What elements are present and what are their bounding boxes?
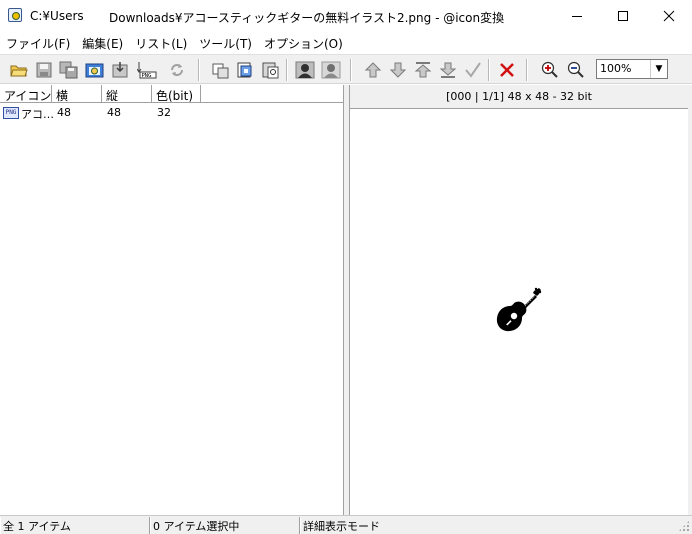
chevron-down-icon[interactable]: ▼ — [650, 60, 667, 78]
menu-edit[interactable]: 編集(E) — [76, 32, 129, 52]
status-bar: 全 1 アイテム 0 アイテム選択中 詳細表示モード — [0, 515, 692, 534]
menu-tools[interactable]: ツール(T) — [193, 32, 258, 52]
check-button[interactable] — [462, 59, 484, 81]
capture-icon — [85, 63, 104, 78]
capture-button[interactable] — [84, 59, 106, 81]
svg-text:PNG: PNG — [142, 73, 152, 79]
acoustic-guitar-icon — [496, 287, 542, 332]
toolbar-separator — [350, 59, 352, 81]
menu-bar: ファイル(F) 編集(E) リスト(L) ツール(T) オプション(O) — [0, 32, 692, 52]
toolbar-separator — [286, 59, 288, 81]
table-row[interactable]: PNG アコ… 48 48 32 — [0, 105, 343, 121]
zoom-out-icon — [567, 61, 584, 78]
person-dark-button[interactable] — [294, 59, 316, 81]
png-file-icon: PNG — [3, 107, 19, 119]
status-total: 全 1 アイテム — [0, 517, 150, 534]
zoom-out-button[interactable] — [565, 59, 587, 81]
menu-file[interactable]: ファイル(F) — [0, 32, 76, 52]
person-light-icon — [321, 61, 341, 79]
window-path: C:¥Users — [30, 9, 84, 23]
copy-special-button[interactable] — [234, 59, 256, 81]
zoom-in-button[interactable] — [539, 59, 561, 81]
refresh-button[interactable] — [166, 59, 188, 81]
toolbar: PNG 100% ▼ — [0, 54, 692, 84]
save-all-icon — [59, 61, 78, 79]
column-header-height[interactable]: 縦 — [102, 85, 152, 103]
row-name: アコ… — [21, 108, 54, 121]
open-button[interactable] — [8, 59, 30, 81]
open-folder-icon — [10, 65, 28, 77]
save-all-button[interactable] — [58, 59, 80, 81]
preview-pane: [000 | 1/1] 48 x 48 - 32 bit — [350, 85, 688, 515]
maximize-button[interactable] — [600, 0, 646, 32]
refresh-icon — [171, 64, 183, 76]
row-width: 48 — [57, 106, 71, 119]
zoom-select[interactable]: 100% ▼ — [596, 59, 668, 79]
move-down-icon — [389, 62, 407, 78]
person-light-button[interactable] — [320, 59, 342, 81]
copy-special-icon — [237, 62, 252, 78]
icon-list-pane[interactable]: アイコン… 横 縦 色(bit) PNG アコ… 48 48 32 — [0, 85, 344, 515]
delete-icon — [500, 63, 514, 77]
close-button[interactable] — [646, 0, 692, 32]
column-header-icon[interactable]: アイコン… — [0, 85, 52, 103]
move-down-button[interactable] — [387, 59, 409, 81]
maximize-icon — [618, 11, 628, 21]
title-bar: C:¥Users Downloads¥アコースティックギターの無料イラスト2.p… — [0, 0, 692, 32]
menu-options[interactable]: オプション(O) — [258, 32, 349, 52]
zoom-in-icon — [541, 61, 558, 78]
row-height: 48 — [107, 106, 121, 119]
row-bits: 32 — [157, 106, 171, 119]
move-bottom-icon — [439, 62, 457, 78]
toolbar-separator — [526, 59, 528, 81]
save-button[interactable] — [33, 59, 55, 81]
png-button[interactable]: PNG — [136, 59, 158, 81]
preview-info: [000 | 1/1] 48 x 48 - 32 bit — [350, 85, 688, 109]
paste-button[interactable] — [260, 59, 282, 81]
toolbar-separator — [488, 59, 490, 81]
app-icon — [8, 8, 22, 22]
close-icon — [663, 10, 675, 22]
save-icon — [36, 62, 52, 78]
extract-button[interactable] — [110, 59, 132, 81]
status-selected: 0 アイテム選択中 — [150, 517, 300, 534]
window-edge — [688, 85, 692, 515]
minimize-button[interactable] — [554, 0, 600, 32]
minimize-icon — [572, 16, 582, 17]
preview-canvas[interactable] — [350, 109, 688, 515]
window-title: Downloads¥アコースティックギターの無料イラスト2.png - @ico… — [109, 11, 505, 25]
list-header: アイコン… 横 縦 色(bit) — [0, 85, 343, 103]
resize-grip-icon[interactable] — [678, 520, 690, 532]
toolbar-separator — [198, 59, 200, 81]
move-up-button[interactable] — [362, 59, 384, 81]
copy-button[interactable] — [210, 59, 232, 81]
extract-icon — [112, 62, 128, 78]
png-icon: PNG — [137, 62, 157, 79]
check-icon — [465, 62, 481, 78]
column-header-bits[interactable]: 色(bit) — [152, 85, 201, 103]
move-top-icon — [414, 62, 432, 78]
move-top-button[interactable] — [412, 59, 434, 81]
move-bottom-button[interactable] — [437, 59, 459, 81]
paste-icon — [262, 62, 279, 79]
zoom-value: 100% — [600, 62, 632, 75]
move-up-icon — [364, 62, 382, 78]
status-mode: 詳細表示モード — [300, 517, 676, 534]
column-header-width[interactable]: 横 — [52, 85, 102, 103]
copy-icon — [212, 63, 229, 79]
menu-list[interactable]: リスト(L) — [129, 32, 193, 52]
delete-button[interactable] — [496, 59, 518, 81]
person-dark-icon — [295, 61, 315, 79]
